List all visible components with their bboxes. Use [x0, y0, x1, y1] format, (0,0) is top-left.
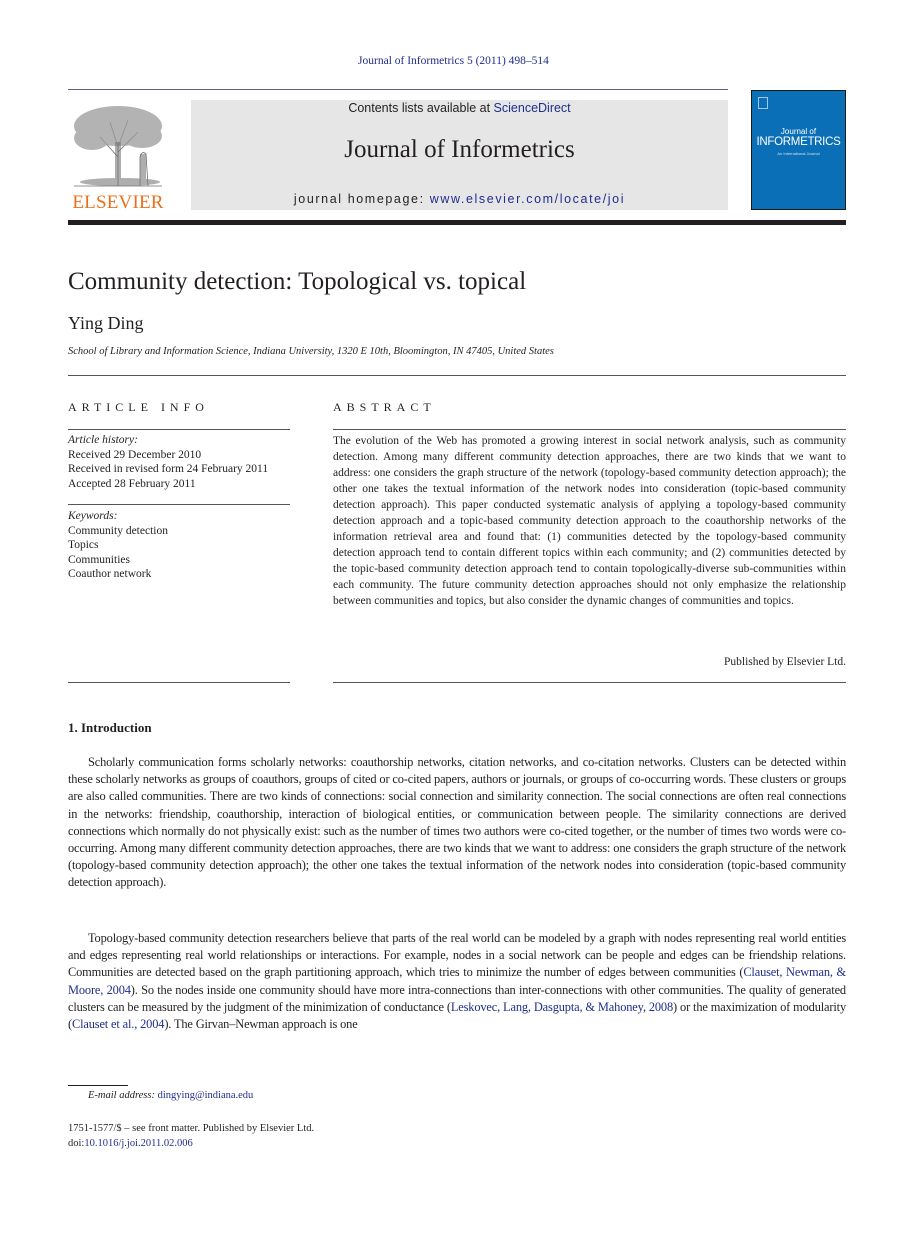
article-history: Article history: Received 29 December 20…: [68, 433, 268, 491]
cover-line3: An International Journal: [777, 151, 820, 156]
article-title: Community detection: Topological vs. top…: [68, 268, 527, 295]
sciencedirect-link[interactable]: ScienceDirect: [494, 101, 571, 115]
keyword: Community detection: [68, 524, 168, 537]
cover-line1: Journal of: [780, 127, 817, 136]
abstract-heading: ABSTRACT: [333, 400, 436, 414]
published-by: Published by Elsevier Ltd.: [723, 656, 846, 668]
history-label: Article history:: [68, 434, 138, 446]
doi-prefix: doi:: [68, 1137, 85, 1149]
email-link[interactable]: dingying@indiana.edu: [158, 1090, 254, 1101]
divider: [68, 375, 846, 376]
intro-paragraph-1: Scholarly communication forms scholarly …: [68, 754, 846, 892]
divider: [333, 682, 846, 683]
section-heading-introduction: 1. Introduction: [68, 720, 152, 735]
homepage-prefix: journal homepage:: [293, 192, 430, 206]
cover-line2: INFORMETRICS: [756, 136, 841, 148]
keywords-label: Keywords:: [68, 510, 118, 522]
keyword: Topics: [68, 539, 99, 552]
journal-masthead: Contents lists available at ScienceDirec…: [191, 100, 728, 210]
divider: [68, 504, 290, 505]
divider: [333, 429, 846, 430]
cover-logo-icon: [758, 97, 768, 109]
header-divider: [68, 220, 846, 225]
abstract-text: The evolution of the Web has promoted a …: [333, 435, 846, 607]
journal-cover[interactable]: Journal of INFORMETRICS An International…: [751, 90, 846, 210]
elsevier-wordmark: ELSEVIER: [72, 192, 164, 213]
front-matter: 1751-1577/$ – see front matter. Publishe…: [68, 1122, 314, 1151]
contents-prefix: Contents lists available at: [348, 101, 494, 115]
elsevier-logo[interactable]: ELSEVIER: [68, 100, 168, 213]
citation-link[interactable]: Clauset et al., 2004: [72, 1017, 164, 1031]
journal-name: Journal of Informetrics: [344, 136, 575, 163]
tree-logo-icon: [74, 106, 162, 187]
keyword: Communities: [68, 553, 130, 566]
author-affiliation: School of Library and Information Scienc…: [68, 346, 554, 357]
history-item: Received in revised form 24 February 201…: [68, 463, 269, 476]
doi-link[interactable]: 10.1016/j.joi.2011.02.006: [84, 1138, 192, 1149]
intro-paragraph-2: Topology-based community detection resea…: [68, 930, 846, 1033]
contents-line: Contents lists available at ScienceDirec…: [191, 101, 728, 115]
keyword: Coauthor network: [68, 568, 152, 581]
email-label: E-mail address:: [88, 1090, 158, 1101]
issn-line: 1751-1577/$ – see front matter. Publishe…: [68, 1123, 315, 1134]
text-run: ). The Girvan–Newman approach is one: [164, 1017, 358, 1032]
doi-line: doi:10.1016/j.joi.2011.02.006: [68, 1137, 314, 1152]
citation-link[interactable]: Leskovec, Lang, Dasgupta, & Mahoney, 200…: [451, 1000, 673, 1014]
article-info-heading: ARTICLE INFO: [68, 400, 209, 414]
divider: [68, 429, 290, 430]
author-name: Ying Ding: [68, 313, 144, 333]
divider: [68, 682, 290, 683]
homepage-link[interactable]: www.elsevier.com/locate/joi: [430, 192, 625, 206]
footnote-email: E-mail address: dingying@indiana.edu: [88, 1090, 253, 1101]
keywords: Keywords: Community detection Topics Com…: [68, 509, 168, 582]
footnote-rule: [68, 1085, 128, 1086]
history-item: Accepted 28 February 2011: [68, 477, 196, 490]
paragraph-text: Scholarly communication forms scholarly …: [68, 755, 846, 890]
top-rule: [68, 89, 728, 90]
running-head[interactable]: Journal of Informetrics 5 (2011) 498–514: [0, 55, 907, 67]
homepage-line: journal homepage: www.elsevier.com/locat…: [191, 192, 728, 206]
paragraph-text: Topology-based community detection resea…: [68, 930, 846, 1033]
history-item: Received 29 December 2010: [68, 448, 202, 461]
text-run: Topology-based community detection resea…: [68, 931, 846, 980]
